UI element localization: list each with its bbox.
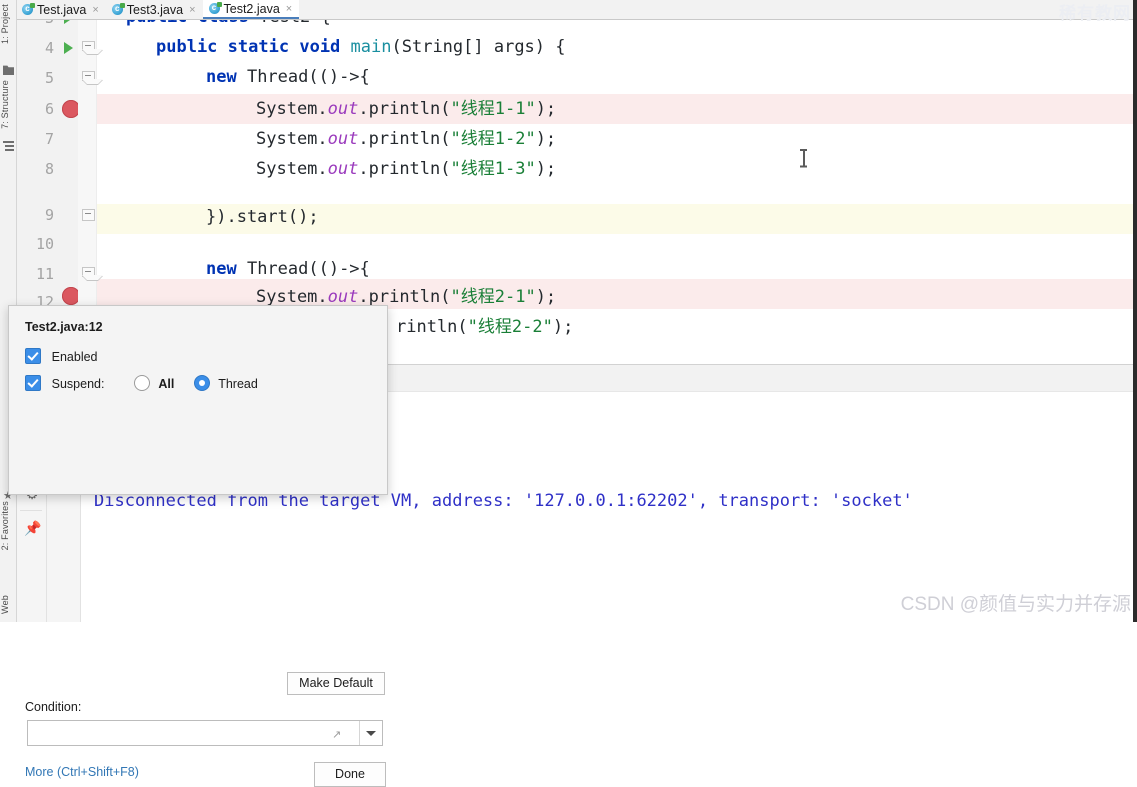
line-number: 6 [44,100,54,118]
code-plain: System. [256,99,328,119]
code-line-13: rintln("线程2-2"); [396,317,574,337]
tab-test3-java[interactable]: Test3.java × [106,0,203,19]
fold-marker-icon[interactable] [82,209,95,222]
code-field: out [327,129,359,149]
code-field: out [327,159,359,179]
code-line-9: }).start(); [206,207,319,227]
code-keyword: void [299,37,341,57]
code-plain: Thread(()->{ [236,67,370,87]
intellij-window: 1: Project 7: Structure 2: Favorites ★ W… [0,0,1137,787]
code-line-6: System.out.println("线程1-1"); [256,94,556,124]
close-icon[interactable]: × [92,4,98,16]
code-keyword: static [227,37,290,57]
code-plain: ); [535,287,557,307]
code-line-3: public class Test2 { [126,19,331,32]
code-plain: System. [256,287,328,307]
fold-marker-icon[interactable] [82,41,103,54]
sidebar-item-project[interactable]: 1: Project [0,2,16,46]
breakpoint-properties-dialog: Test2.java:12 Enabled Suspend: All Threa… [8,305,388,787]
expand-icon[interactable]: ↗ [332,729,344,741]
enabled-checkbox-row[interactable]: Enabled [25,348,98,364]
code-plain: .println( [358,287,451,307]
dialog-title: Test2.java:12 [25,320,103,334]
line-number: 8 [44,160,54,178]
sidebar-item-structure[interactable]: 7: Structure [0,78,16,131]
code-field: out [327,287,359,307]
code-plain: .println( [358,129,451,149]
radio-all[interactable] [133,375,150,391]
suspend-checkbox[interactable] [25,375,41,391]
line-number: 9 [44,206,54,224]
enabled-checkbox[interactable] [25,348,41,364]
line-number: 3 [16,19,54,33]
close-icon[interactable]: × [189,4,195,16]
project-folder-icon [3,65,14,75]
code-string: "线程1-1" [450,99,536,119]
fold-marker-icon[interactable] [82,71,103,84]
chevron-down-icon[interactable] [359,721,382,745]
code-method-name: main [350,37,392,57]
code-string: "线程1-2" [450,129,536,149]
line-number: 5 [44,69,54,87]
tab-label: Test2.java [223,1,280,16]
tab-label: Test3.java [126,2,184,17]
code-plain: System. [256,129,328,149]
sidebar-item-favorites[interactable]: 2: Favorites [0,499,16,552]
code-string: "线程2-1" [450,287,536,307]
code-string: "线程1-3" [450,159,536,179]
code-keyword: new [206,67,237,87]
code-classname: Test2 { [259,19,331,27]
window-right-edge [1133,0,1137,622]
line-number: 11 [35,265,54,283]
code-keyword: new [206,259,237,279]
tab-test2-java[interactable]: Test2.java × [202,0,300,19]
done-button[interactable]: Done [314,762,386,787]
tab-label: Test.java [37,2,87,17]
java-class-icon [22,3,35,15]
code-plain: .println( [358,99,451,119]
code-field: out [327,99,359,119]
fold-marker-icon[interactable] [82,267,103,280]
code-line-7: System.out.println("线程1-2"); [256,124,556,154]
make-default-button[interactable]: Make Default [287,672,385,695]
code-plain: ); [535,99,557,119]
pin-icon[interactable]: 📌 [24,520,41,536]
java-class-icon [111,3,125,15]
structure-icon [3,140,14,151]
tab-test-java[interactable]: Test.java × [16,0,106,19]
code-plain: ); [535,129,557,149]
code-line-11: new Thread(()->{ [206,254,370,284]
code-string: "线程2-2" [467,317,553,337]
code-plain: .println( [358,159,451,179]
line-number: 7 [44,130,54,148]
suspend-label: Suspend: [51,377,105,391]
more-link[interactable]: More (Ctrl+Shift+F8) [25,765,139,779]
java-class-icon [208,2,222,14]
code-keyword: class [198,19,249,27]
sidebar-item-web[interactable]: Web [0,593,16,616]
line-number: 4 [44,39,54,57]
close-icon[interactable]: × [286,3,292,15]
code-line-5: new Thread(()->{ [206,62,370,92]
enabled-label: Enabled [51,350,98,364]
code-plain: Thread(()->{ [236,259,370,279]
text-cursor-icon [800,149,807,167]
code-plain: System. [256,159,328,179]
code-plain: ); [552,317,574,337]
line-number: 10 [35,235,54,253]
code-plain: ); [535,159,557,179]
code-line-4: public static void main(String[] args) { [156,32,566,62]
code-plain: (String[] args) { [391,37,566,57]
radio-thread[interactable] [193,375,210,391]
run-arrow-icon[interactable] [64,42,73,54]
code-keyword: public [156,37,218,57]
editor-tab-bar: Test.java × Test3.java × Test2.java × [16,0,1137,20]
condition-label: Condition: [25,700,82,714]
radio-all-label: All [158,377,175,391]
code-line-8: System.out.println("线程1-3"); [256,154,556,184]
radio-thread-label: Thread [218,377,258,391]
suspend-row: Suspend: All Thread [25,375,258,391]
code-keyword: public [126,19,187,27]
condition-input[interactable]: ↗ [27,720,383,746]
